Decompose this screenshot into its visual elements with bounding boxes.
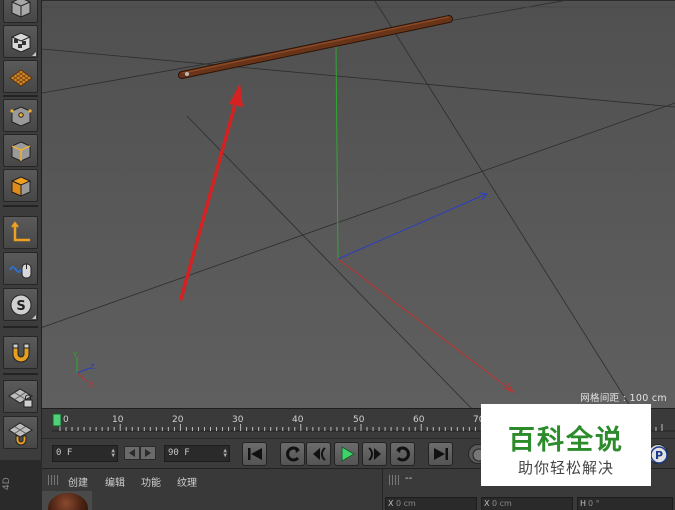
checker-cube-icon[interactable] [3, 25, 38, 58]
coordinates-header: -- [405, 473, 413, 484]
tick-label: 50 [353, 415, 365, 425]
gizmo-y-label: Y [72, 351, 78, 359]
magnet-icon[interactable] [3, 336, 38, 369]
axis-mode-icon[interactable] [3, 216, 38, 249]
watermark-title: 百科全说 [508, 425, 624, 456]
play-button[interactable] [334, 442, 359, 466]
viewport-canvas: Y Z X [42, 1, 675, 408]
parameter-p-icon: P [650, 446, 668, 464]
tick-label: 10 [112, 415, 124, 425]
toolbar-separator [3, 205, 38, 207]
gizmo-z-label: Z [90, 363, 95, 371]
material-menu-function[interactable]: 功能 [141, 474, 161, 489]
workplane-snap-icon[interactable] [3, 416, 38, 449]
texture-grid-icon[interactable] [3, 60, 38, 93]
axis-gizmo: Y Z X [72, 351, 95, 389]
grid-line [374, 1, 632, 408]
toolbar-separator [3, 326, 38, 328]
3d-viewport[interactable]: Y Z X 网格间距 : 100 cm [42, 0, 675, 408]
svg-text:S: S [16, 299, 25, 314]
grid-line [42, 1, 565, 94]
size-x-field[interactable]: X 0 cm [481, 497, 573, 510]
go-to-start-button[interactable] [242, 442, 267, 466]
tick-label: 20 [172, 415, 184, 425]
playhead-marker [52, 413, 62, 427]
solo-s-icon[interactable]: S [3, 288, 38, 321]
watermark-badge: 百科全说 助你轻松解决 [481, 404, 651, 486]
z-axis-line [337, 193, 487, 260]
material-menu-create[interactable]: 创建 [68, 474, 88, 489]
axis-label: H [580, 499, 587, 508]
size-x-value: 0 cm [492, 499, 512, 508]
spin-arrows-icon[interactable]: ▲ ▼ [111, 448, 115, 459]
red-annotation-arrow [179, 83, 243, 301]
material-menu-texture[interactable]: 纹理 [177, 474, 197, 489]
key-parameter-button[interactable]: P [648, 444, 668, 464]
next-key-button[interactable] [390, 442, 415, 466]
next-key-icon [396, 446, 410, 462]
play-icon [341, 446, 355, 462]
rotation-h-field[interactable]: H 0 ° [577, 497, 673, 510]
step-forward-small-button[interactable] [140, 446, 156, 460]
grid-line [186, 115, 472, 408]
step-back-small-button[interactable] [124, 446, 140, 460]
axis-label: X [484, 499, 490, 508]
toolbar-separator [3, 373, 38, 375]
previous-key-icon [286, 446, 300, 462]
tweak-mouse-icon[interactable] [3, 252, 38, 285]
panel-grip-icon[interactable] [389, 475, 401, 485]
axis-label: X [388, 499, 394, 508]
grid-spacing-label: 网格间距 : 100 cm [580, 393, 667, 404]
toolbar-separator [3, 95, 38, 97]
current-frame-field[interactable]: 0 F ▲ ▼ [52, 445, 118, 462]
next-frame-button[interactable] [362, 442, 387, 466]
spin-arrows-icon[interactable]: ▲ ▼ [223, 448, 227, 459]
svg-text:P: P [655, 449, 663, 462]
left-toolbar: S [0, 0, 42, 460]
polygons-mode-icon[interactable] [3, 169, 38, 202]
go-to-end-button[interactable] [428, 442, 453, 466]
position-x-field[interactable]: X 0 cm [385, 497, 477, 510]
points-mode-icon[interactable] [3, 99, 38, 132]
previous-frame-icon [313, 447, 326, 461]
previous-key-button[interactable] [280, 442, 305, 466]
rotation-h-value: 0 ° [588, 499, 600, 508]
watermark-subtitle: 助你轻松解决 [517, 459, 614, 477]
cube-top-icon[interactable] [3, 0, 38, 23]
end-frame-field[interactable]: 90 F ▲ ▼ [164, 445, 230, 462]
cylinder-rod-object [178, 15, 453, 79]
current-frame-value: 0 F [56, 448, 73, 458]
app-edge-label: 4D [2, 477, 12, 490]
go-to-end-icon [434, 448, 448, 460]
x-axis-line [337, 258, 513, 392]
gizmo-x-label: X [89, 381, 94, 389]
workplane-lock-icon[interactable] [3, 380, 38, 413]
tick-label: 40 [292, 415, 304, 425]
grid-line [42, 48, 675, 108]
edges-mode-icon[interactable] [3, 134, 38, 167]
tick-label: 0 [63, 415, 69, 425]
grid-line [42, 102, 675, 328]
tick-label: 30 [232, 415, 244, 425]
position-x-value: 0 cm [396, 499, 416, 508]
c4d-window: S Y Z X 网格间距: 100 cm 0 10 20 30 40 50 6… [0, 0, 675, 510]
material-menu-edit[interactable]: 编辑 [105, 474, 125, 489]
tick-label: 60 [413, 415, 425, 425]
go-to-start-icon [248, 448, 262, 460]
next-frame-icon [368, 447, 381, 461]
y-axis-line [335, 46, 339, 260]
end-frame-value: 90 F [168, 448, 190, 458]
previous-frame-button[interactable] [306, 442, 331, 466]
panel-grip-icon[interactable] [48, 475, 60, 485]
